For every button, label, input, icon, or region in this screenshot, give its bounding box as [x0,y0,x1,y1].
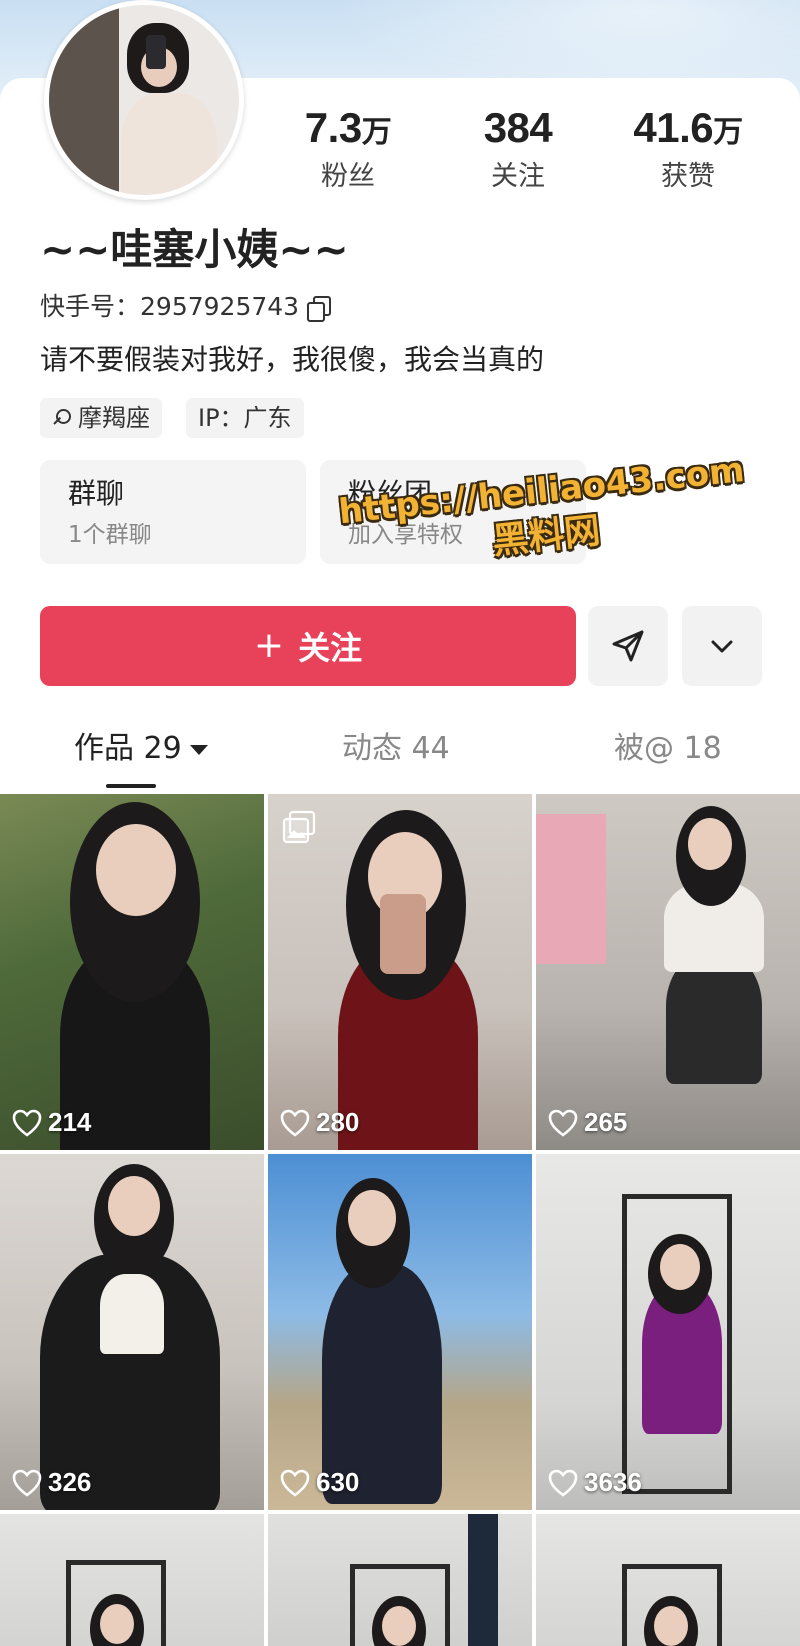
post-thumbnail[interactable]: 3636 [536,1154,800,1510]
stat-label: 获赞 [661,161,715,192]
like-count: 265 [584,1107,628,1137]
stat-likes[interactable]: 41.6万 获赞 [618,104,758,195]
post-thumbnail[interactable]: 280 [268,794,532,1150]
tab-label: 作品 29 [74,731,182,766]
post-thumbnail[interactable]: 214 [0,794,264,1150]
stat-followers[interactable]: 7.3万 粉丝 [278,104,418,195]
share-button[interactable] [588,606,668,686]
heart-icon [548,1109,578,1137]
more-button[interactable] [682,606,762,686]
caret-down-icon [189,744,208,755]
heart-icon [12,1469,42,1497]
chevron-down-icon [711,640,733,653]
tag-zodiac[interactable]: 摩羯座 [40,398,162,438]
avatar[interactable] [44,0,244,200]
tab-mentioned[interactable]: 被@ 18 [614,728,722,770]
copy-icon[interactable] [307,296,332,322]
like-count: 326 [48,1467,92,1497]
tag-label: IP：广东 [198,404,292,432]
follow-label: 关注 [298,629,363,667]
post-thumbnail[interactable]: 265 [536,794,800,1150]
tab-indicator [106,784,156,788]
stat-label: 粉丝 [321,161,375,192]
stat-label: 关注 [491,161,545,192]
tab-moments[interactable]: 动态 44 [342,728,450,770]
tab-works[interactable]: 作品 29 [74,728,208,770]
user-id-label: 快手号： [40,292,141,321]
nickname: ~~哇塞小姨~~ [40,225,349,274]
stat-unit: 万 [361,115,392,150]
tab-label: 动态 44 [342,731,450,766]
heart-icon [12,1109,42,1137]
like-count: 280 [316,1107,360,1137]
stat-unit: 万 [713,115,743,150]
group-chat-sub: 1个群聊 [68,522,152,548]
like-count: 3636 [584,1467,642,1497]
stat-following[interactable]: 384 关注 [448,104,588,195]
post-thumbnail[interactable] [268,1514,532,1646]
group-chat-card[interactable]: 群聊 1个群聊 [40,460,306,564]
stat-value: 384 [483,104,553,151]
post-thumbnail[interactable] [536,1514,800,1646]
heart-icon [280,1109,310,1137]
tag-ip: IP：广东 [186,398,304,438]
heart-icon [548,1469,578,1497]
user-id-value: 2957925743 [140,292,300,321]
post-thumbnail[interactable] [0,1514,264,1646]
like-count: 214 [48,1107,92,1137]
heart-icon [280,1469,310,1497]
bio: 请不要假装对我好，我很傻，我会当真的 [40,343,545,376]
post-thumbnail[interactable]: 630 [268,1154,532,1510]
plus-icon: + [253,625,285,666]
tab-label: 被@ 18 [614,731,722,766]
post-thumbnail[interactable]: 326 [0,1154,264,1510]
send-icon [612,630,644,662]
stat-value: 7.3 [304,104,362,151]
tag-label: 摩羯座 [78,404,150,432]
multi-photo-icon [282,810,316,844]
group-chat-title: 群聊 [68,477,125,510]
search-icon [52,408,72,428]
like-count: 630 [316,1467,360,1497]
user-id: 快手号： 2957925743 [40,290,332,324]
stat-value: 41.6 [633,104,714,151]
follow-button[interactable]: + 关注 [40,606,576,686]
